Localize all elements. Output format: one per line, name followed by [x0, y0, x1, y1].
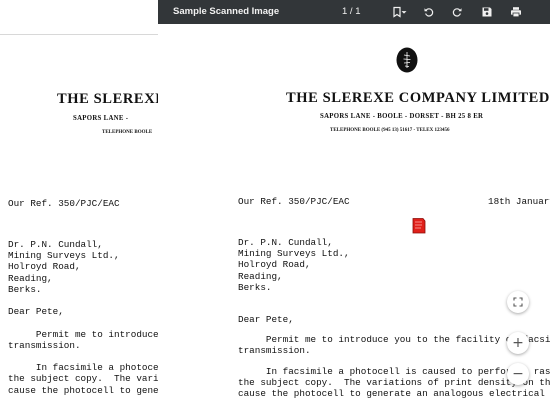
- addressee-line: Berks.: [238, 281, 272, 293]
- dropdown-icon: [401, 11, 407, 14]
- background-document: THE SLEREXE SAPORS LANE - TELEPHONE BOOL…: [0, 34, 159, 400]
- viewer-toolbar: Sample Scanned Image 1 / 1: [158, 0, 550, 24]
- rotate-left-button[interactable]: [420, 3, 438, 21]
- background-paragraph-line: Permit me to introduce yo: [8, 328, 159, 340]
- background-addressee-line: Berks.: [8, 283, 42, 295]
- red-stamp-mark: [412, 218, 426, 234]
- background-paragraph-line: In facsimile a photocell: [8, 362, 159, 374]
- company-title: THE SLEREXE COMPANY LIMITED: [286, 90, 550, 106]
- rotate-right-button[interactable]: [448, 3, 466, 21]
- background-company-title: THE SLEREXE: [57, 91, 159, 107]
- rotate-left-icon: [424, 8, 434, 17]
- pdf-viewer: Sample Scanned Image 1 / 1 THE SLEREXE C…: [158, 0, 550, 400]
- zoom-in-button[interactable]: +: [507, 332, 529, 354]
- background-addressee-line: Holroyd Road,: [8, 261, 81, 273]
- background-addressee-line: Mining Surveys Ltd.,: [8, 250, 120, 262]
- paragraph-line: the subject copy. The variations of prin…: [238, 377, 550, 389]
- fit-to-page-button[interactable]: [507, 291, 529, 313]
- addressee-line: Holroyd Road,: [238, 259, 311, 271]
- paragraph-1: Permit me to introduce you to the facili…: [238, 334, 550, 356]
- salutation: Dear Pete,: [238, 314, 294, 325]
- save-button[interactable]: [478, 3, 496, 21]
- paragraph-2: In facsimile a photocell is caused to pe…: [238, 366, 550, 400]
- addressee-line: Dr. P.N. Cundall,: [238, 237, 333, 248]
- document-title: Sample Scanned Image: [173, 6, 280, 17]
- rotate-right-icon: [452, 8, 462, 17]
- background-paragraph-line: cause the photocell to generat: [8, 384, 159, 396]
- bookmark-dropdown-button[interactable]: [399, 3, 409, 21]
- company-logo: [396, 47, 418, 73]
- addressee-line: Reading,: [238, 270, 283, 282]
- document-page: THE SLEREXE COMPANY LIMITED SAPORS LANE …: [158, 24, 550, 400]
- page-indicator[interactable]: 1 / 1: [342, 6, 361, 17]
- background-address: SAPORS LANE -: [73, 115, 129, 122]
- print-icon: [511, 7, 521, 18]
- print-button[interactable]: [507, 3, 525, 21]
- background-addressee-line: Reading,: [8, 272, 53, 284]
- save-icon: [482, 7, 492, 17]
- background-our-ref: Our Ref. 350/PJC/EAC: [8, 198, 120, 209]
- addressee-block: Dr. P.N. Cundall, Mining Surveys Ltd., H…: [238, 237, 350, 293]
- background-body: Dr. P.N. Cundall, Mining Surveys Ltd., H…: [8, 239, 159, 396]
- paragraph-line: Permit me to introduce you to the facili…: [238, 334, 550, 345]
- addressee-line: Mining Surveys Ltd.,: [238, 248, 350, 260]
- background-addressee-line: Dr. P.N. Cundall,: [8, 239, 103, 250]
- company-address: SAPORS LANE - BOOLE - DORSET - BH 25 8 E…: [320, 113, 484, 120]
- paragraph-line: cause the photocell to generate an analo…: [238, 388, 545, 400]
- background-salutation: Dear Pete,: [8, 306, 64, 318]
- background-paragraph-line: transmission.: [8, 339, 81, 351]
- letter-date: 18th January,: [488, 196, 550, 207]
- background-topbar: [0, 0, 158, 35]
- company-telephone: TELEPHONE BOOLE (945 13) 51617 - TELEX 1…: [330, 128, 450, 133]
- paragraph-line: In facsimile a photocell is caused to pe…: [238, 366, 550, 377]
- zoom-out-button[interactable]: −: [507, 363, 529, 385]
- background-telephone: TELEPHONE BOOLE: [102, 130, 153, 135]
- fit-to-page-icon: [513, 297, 523, 307]
- paragraph-line: transmission.: [238, 345, 311, 357]
- background-page: THE SLEREXE SAPORS LANE - TELEPHONE BOOL…: [0, 0, 159, 400]
- background-paragraph-line: the subject copy. The variati: [8, 373, 159, 385]
- our-reference: Our Ref. 350/PJC/EAC: [238, 196, 350, 207]
